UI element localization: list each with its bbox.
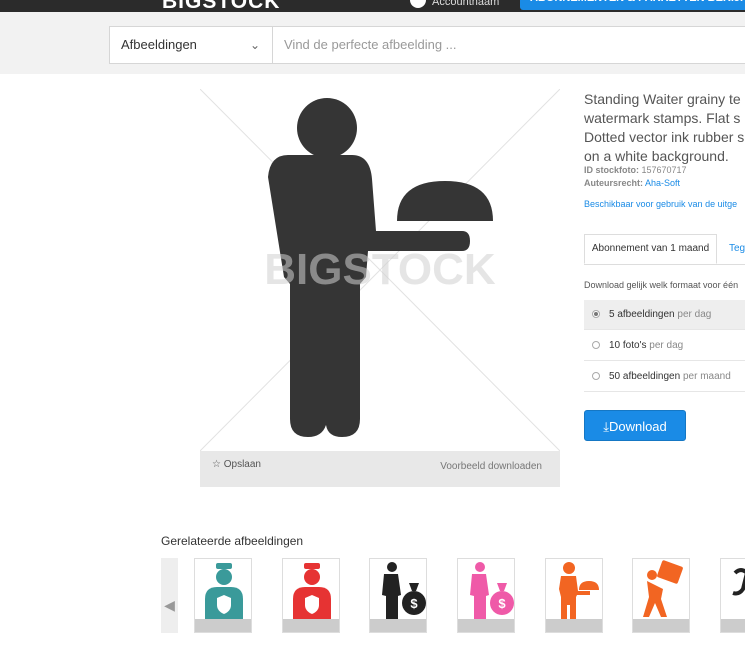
title-line: Standing Waiter grainy te	[584, 91, 741, 107]
plan-label: 50 afbeeldingen	[609, 371, 681, 382]
bigstock-logo[interactable]: BIGSTOCK	[162, 0, 280, 12]
related-thumb[interactable]	[194, 558, 252, 633]
copyright-link[interactable]: Aha-Soft	[645, 178, 680, 188]
related-thumb[interactable]	[545, 558, 603, 633]
police-officer-icon	[293, 563, 331, 621]
download-button[interactable]: ⤓Download	[584, 410, 686, 441]
search-input[interactable]: Vind de perfecte afbeelding ...	[272, 26, 745, 64]
image-preview-panel: BIGSTOCK ☆ Opslaan Voorbeeld downloaden	[200, 89, 560, 487]
image-title: Standing Waiter grainy te watermark stam…	[584, 90, 745, 166]
plan-unit: per dag	[649, 340, 684, 351]
plan-label: 5 afbeeldingen	[609, 309, 675, 320]
waiter-icon	[559, 562, 599, 619]
svg-text:$: $	[498, 596, 506, 611]
search-bar: Afbeeldingen ⌄ Vind de perfecte afbeeldi…	[0, 12, 745, 74]
money-bag-person-icon: $	[470, 562, 514, 621]
category-select[interactable]: Afbeeldingen ⌄	[109, 26, 273, 64]
plan-unit: per dag	[677, 309, 712, 320]
title-line: Dotted vector ink rubber s	[584, 129, 745, 145]
tab-other[interactable]: Teg	[729, 234, 745, 264]
stock-id: ID stockfoto: 157670717	[584, 165, 687, 175]
stock-id-label: ID stockfoto:	[584, 165, 639, 175]
download-label: Download	[608, 419, 667, 434]
preview-download-link[interactable]: Voorbeeld downloaden	[440, 461, 542, 472]
account-name[interactable]: Accountnaam	[432, 0, 499, 8]
related-thumb[interactable]	[632, 558, 690, 633]
top-navbar: BIGSTOCK Accountnaam ABONNEMENTEN & PAKK…	[0, 0, 745, 12]
title-line: watermark stamps. Flat s	[584, 110, 741, 126]
chevron-down-icon: ⌄	[249, 38, 260, 52]
watermark-text: BIGSTOCK	[264, 245, 496, 294]
copyright-label: Auteursrecht:	[584, 178, 644, 188]
radio-button[interactable]	[592, 341, 600, 349]
plans-button[interactable]: ABONNEMENTEN & PAKKETTEN BEKIJKEN	[520, 0, 745, 10]
plan-label: 10 foto's	[609, 340, 647, 351]
copyright: Auteursrecht: Aha-Soft	[584, 178, 680, 188]
related-thumb[interactable]: $	[369, 558, 427, 633]
carousel-prev-arrow[interactable]: ◀	[161, 558, 178, 633]
save-button[interactable]: ☆ Opslaan	[212, 459, 261, 470]
plan-option-10[interactable]: 10 foto's per dag	[584, 331, 745, 361]
person-icon	[732, 568, 745, 596]
police-officer-icon	[205, 563, 243, 621]
radio-button[interactable]	[592, 372, 600, 380]
availability-link[interactable]: Beschikbaar voor gebruik van de uitge	[584, 199, 737, 209]
tab-subscription[interactable]: Abonnement van 1 maand	[584, 234, 717, 264]
related-thumb[interactable]	[282, 558, 340, 633]
category-select-value: Afbeeldingen	[121, 37, 197, 52]
money-bag-person-icon: $	[382, 562, 426, 621]
download-intro: Download gelijk welk formaat voor één	[584, 280, 739, 290]
star-icon: ☆	[212, 459, 221, 470]
carrying-box-person-icon	[643, 560, 683, 617]
related-thumb[interactable]: $	[457, 558, 515, 633]
license-tabs: Abonnement van 1 maand Teg	[584, 234, 745, 265]
stock-id-value: 157670717	[641, 165, 687, 175]
plan-option-5[interactable]: 5 afbeeldingen per dag	[584, 300, 745, 330]
svg-text:$: $	[410, 596, 418, 611]
user-avatar-icon[interactable]	[410, 0, 426, 8]
radio-button[interactable]	[592, 310, 600, 318]
plan-unit: per maand	[682, 371, 731, 382]
main-image[interactable]: BIGSTOCK	[200, 89, 560, 451]
waiter-illustration: BIGSTOCK	[200, 89, 560, 451]
related-heading: Gerelateerde afbeeldingen	[161, 534, 304, 548]
related-thumb[interactable]	[720, 558, 745, 633]
plan-option-50[interactable]: 50 afbeeldingen per maand	[584, 362, 745, 392]
title-line: on a white background.	[584, 148, 729, 164]
save-label: Opslaan	[223, 459, 261, 470]
related-carousel: ◀ $ $	[161, 558, 745, 633]
